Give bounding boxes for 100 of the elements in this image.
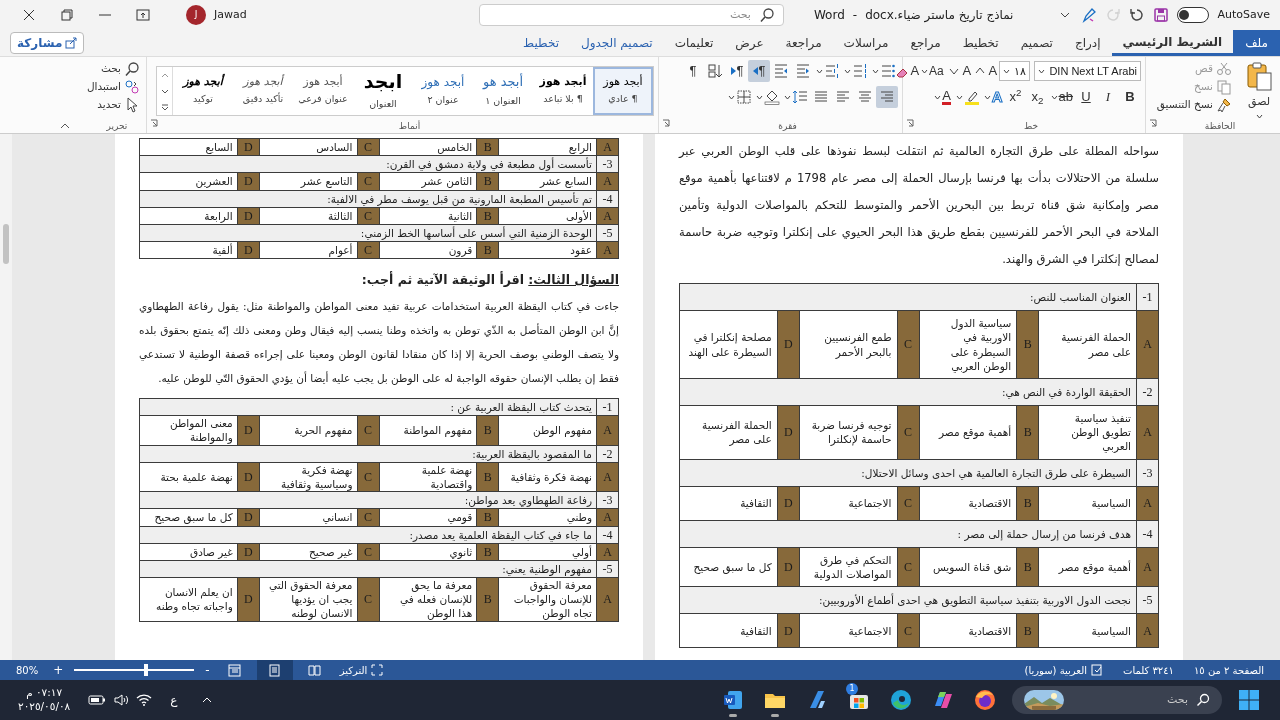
arrow-right-icon	[730, 67, 736, 75]
zoom-in-button[interactable]: +	[50, 661, 67, 679]
group-label: فقرة	[777, 120, 798, 133]
status-text: الصفحة ٢ من ١٥	[1194, 663, 1264, 678]
slider-thumb[interactable]	[144, 664, 149, 676]
clock-date: ٢٠٢٥/٠٥/٠٨	[18, 700, 71, 714]
bold-button[interactable]: B	[1119, 86, 1141, 108]
ribbon-tab[interactable]: مراجع	[899, 30, 952, 56]
zoom-out-button[interactable]: -	[202, 661, 213, 679]
option-letter: C	[897, 486, 919, 521]
notification-badge: 1	[846, 683, 858, 695]
brush-button[interactable]: نسخ التنسيق	[1154, 96, 1234, 114]
speaker-icon	[114, 694, 129, 706]
focus-button[interactable]: التركيز	[336, 662, 387, 678]
book-icon	[308, 663, 322, 677]
ribbon-tab[interactable]: ملف	[1233, 30, 1280, 56]
minimize-icon	[99, 14, 111, 16]
color-button[interactable]: A	[931, 86, 954, 108]
more-icon[interactable]	[160, 103, 169, 111]
style-item[interactable]: أبجد هوز ¶ عادي	[593, 67, 653, 115]
firefox-icon	[973, 688, 997, 712]
system-tray[interactable]	[88, 694, 153, 706]
grow-button[interactable]: A	[973, 60, 996, 82]
search-field[interactable]: بحث	[478, 4, 784, 26]
option-letter: C	[897, 547, 919, 587]
ribbon-tab[interactable]: تصميم	[1009, 30, 1064, 56]
highlighter-icon	[963, 89, 980, 105]
ribbon-tab[interactable]: إدراج	[1063, 30, 1112, 56]
rtl-button[interactable]: ¶	[748, 60, 770, 82]
case-button[interactable]: Aa	[921, 60, 944, 82]
share-button[interactable]: مشاركة	[10, 32, 85, 54]
scrollbar[interactable]	[0, 134, 12, 660]
ribbon-tab[interactable]: تخطيط	[951, 30, 1010, 56]
dialog-launcher-icon[interactable]	[150, 118, 158, 127]
style-item[interactable]: أبجد هوز عنوان فرعي	[293, 67, 353, 115]
paste-button[interactable]: لصق	[1242, 60, 1276, 120]
style-item[interactable]: أبجد هوز ¶ بلا تباعد	[533, 67, 593, 115]
caret-down-icon	[1003, 68, 1011, 74]
shrink-button[interactable]: A	[947, 60, 970, 82]
input-language[interactable]: ع	[162, 691, 186, 709]
option-text: مصلحة إنكلترا في السيطرة على الهند	[679, 310, 778, 379]
status-text: العربية (سوريا)	[1024, 663, 1087, 678]
autosave-toggle[interactable]	[1177, 7, 1210, 23]
option-letter: A	[1136, 310, 1159, 379]
ribbon-tab[interactable]: عرض	[724, 30, 775, 56]
ribbon-tab[interactable]: تخطيط	[512, 30, 570, 56]
caret-down-icon	[844, 68, 851, 74]
line-spacing-icon	[792, 89, 808, 105]
dialog-launcher-icon[interactable]	[662, 118, 670, 127]
cursor-icon	[124, 97, 140, 113]
restore-icon	[61, 9, 73, 21]
font-size-field[interactable]: ١٨	[999, 61, 1031, 81]
align-center-icon	[857, 89, 873, 105]
scroll-down-icon[interactable]	[160, 88, 169, 94]
style-item[interactable]: أبجد هوز تأكيد دقيق	[233, 67, 293, 115]
ribbon-tab[interactable]: تصميم الجدول	[570, 30, 664, 56]
ribbon-tab[interactable]: مراجعة	[774, 30, 833, 56]
focus-icon	[371, 664, 384, 676]
save-icon	[1153, 7, 1170, 23]
sup-button[interactable]: x$^{2}$	[1004, 86, 1027, 108]
dialog-launcher-icon[interactable]	[906, 118, 914, 127]
option-letter: A	[596, 415, 619, 446]
ribbon-tab[interactable]: مراسلات	[832, 30, 900, 56]
sub-button[interactable]: x$_{2}$	[1026, 86, 1049, 108]
page-icon	[268, 663, 282, 677]
replace-button[interactable]: استبدال	[78, 78, 142, 96]
pen-icon	[1081, 7, 1098, 23]
print-view-button[interactable]	[256, 660, 293, 680]
status-text: ٣٢٤١ كلمات	[1123, 663, 1174, 678]
dialog-launcher-icon[interactable]	[1149, 118, 1157, 127]
caret-down-icon	[1038, 68, 1046, 74]
wifi-icon	[136, 694, 153, 706]
italic-button[interactable]: I	[1097, 86, 1119, 108]
scroll-up-icon[interactable]	[160, 72, 169, 78]
paintbrush-icon	[1216, 97, 1232, 113]
style-item[interactable]: أبجد هو العنوان ١	[473, 67, 533, 115]
option-letter: C	[897, 614, 919, 648]
option-letter: A	[1136, 614, 1159, 648]
caret-down-icon	[784, 94, 791, 100]
user-avatar[interactable]: J	[186, 5, 206, 25]
close-icon	[23, 9, 35, 21]
taskbar-search-field[interactable]: بحث	[1012, 686, 1222, 714]
ribbon-tab[interactable]: تعليمات	[663, 30, 725, 56]
select-button[interactable]: تحديد	[78, 96, 142, 114]
find-button[interactable]: بحث	[78, 60, 142, 78]
taskbar-app[interactable]: 1	[838, 681, 880, 719]
option-text: ان يعلم الانسان واجباته تجاه وطنه	[139, 577, 238, 622]
style-item[interactable]: أبجد هوز توكيد	[173, 67, 233, 115]
style-item[interactable]: أبجد هوز عنوان ٢	[413, 67, 473, 115]
underline-button[interactable]: U	[1075, 86, 1097, 108]
collapse-ribbon-icon[interactable]	[60, 123, 70, 129]
strike-button[interactable]: ab	[1048, 86, 1075, 108]
font-family-field[interactable]: DIN Next LT Arabi	[1034, 61, 1141, 81]
option-letter: D	[237, 138, 260, 156]
style-item[interactable]: ابجد العنوان	[353, 67, 413, 115]
question-number: 5-	[1136, 586, 1159, 614]
option-letter: D	[237, 415, 260, 446]
marks-button[interactable]: ¶	[682, 60, 704, 82]
clear-button[interactable]: A	[895, 60, 918, 82]
ltr-button[interactable]: ¶	[726, 60, 748, 82]
